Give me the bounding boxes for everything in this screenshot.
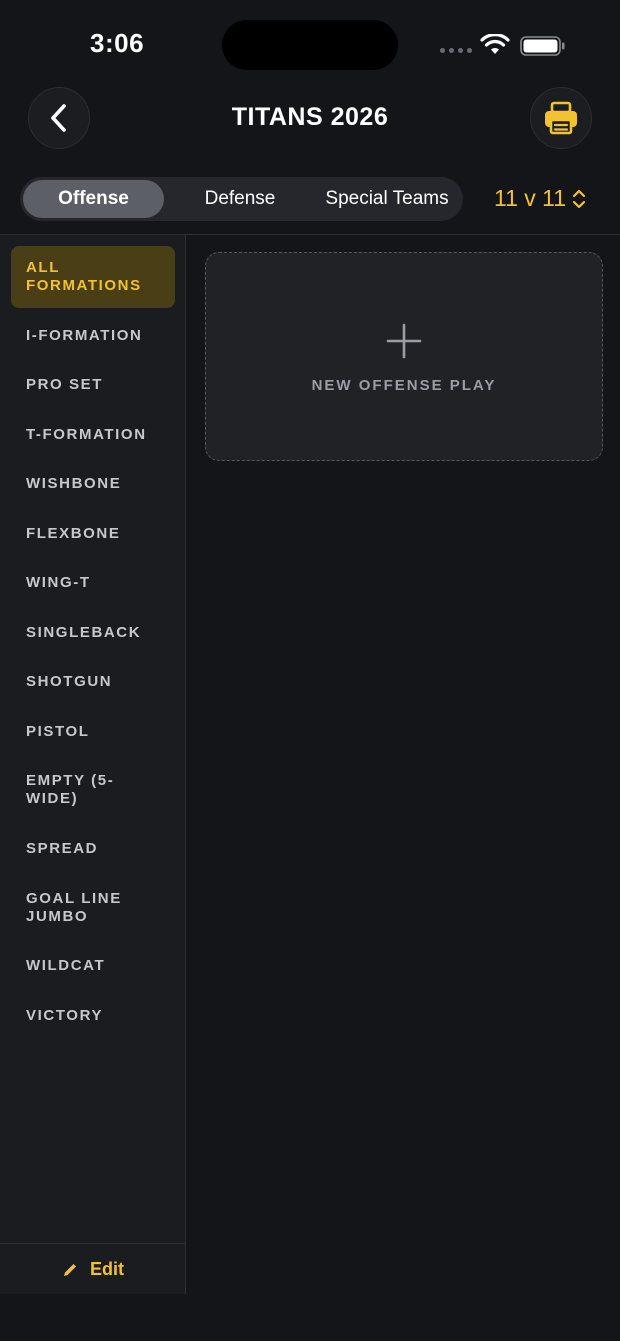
sidebar-item-all-formations[interactable]: ALL FORMATIONS bbox=[11, 246, 175, 308]
battery-icon bbox=[520, 36, 565, 56]
status-bar: 3:06 bbox=[0, 0, 620, 90]
sidebar-item-wildcat[interactable]: WILDCAT bbox=[11, 957, 175, 975]
sidebar-footer-divider bbox=[0, 1243, 186, 1244]
sidebar-item-i-formation[interactable]: I-FORMATION bbox=[11, 327, 175, 345]
sidebar-item-spread[interactable]: SPREAD bbox=[11, 840, 175, 858]
tab-special-teams[interactable]: Special Teams bbox=[312, 180, 462, 218]
wifi-icon bbox=[480, 34, 510, 54]
edit-label: Edit bbox=[90, 1259, 124, 1279]
status-time: 3:06 bbox=[90, 28, 145, 58]
tab-offense[interactable]: Offense bbox=[23, 180, 164, 218]
new-play-card[interactable]: NEW OFFENSE PLAY bbox=[205, 252, 603, 461]
sidebar-item-empty-5-wide[interactable]: EMPTY (5-WIDE) bbox=[11, 772, 131, 808]
new-play-label: NEW OFFENSE PLAY bbox=[311, 377, 497, 394]
sidebar-item-flexbone[interactable]: FLEXBONE bbox=[11, 525, 175, 543]
edit-formations-button[interactable]: Edit bbox=[62, 1259, 124, 1280]
printer-icon bbox=[545, 101, 577, 135]
dynamic-island bbox=[222, 20, 398, 70]
player-count-label: 11 v 11 bbox=[494, 185, 567, 211]
sidebar-item-t-formation[interactable]: T-FORMATION bbox=[11, 426, 175, 444]
sidebar-item-label: ALL FORMATIONS bbox=[26, 259, 142, 294]
sidebar-item-wishbone[interactable]: WISHBONE bbox=[11, 475, 175, 493]
sidebar-item-goal-line-jumbo[interactable]: GOAL LINE JUMBO bbox=[11, 890, 141, 926]
play-type-segmented-control: Offense Defense Special Teams bbox=[20, 177, 463, 221]
formation-sidebar: ALL FORMATIONS I-FORMATION PRO SET T-FOR… bbox=[0, 235, 186, 1294]
plus-icon bbox=[386, 323, 422, 359]
player-count-selector[interactable]: 11 v 11 bbox=[494, 185, 586, 212]
sidebar-item-singleback[interactable]: SINGLEBACK bbox=[11, 624, 175, 642]
pencil-icon bbox=[64, 1263, 76, 1276]
sidebar-item-pistol[interactable]: PISTOL bbox=[11, 723, 175, 741]
sidebar-item-victory[interactable]: VICTORY bbox=[11, 1007, 175, 1025]
page-title: TITANS 2026 bbox=[231, 103, 389, 131]
cellular-signal-icon bbox=[440, 48, 472, 53]
sidebar-item-shotgun[interactable]: SHOTGUN bbox=[11, 673, 175, 691]
sidebar-item-wing-t[interactable]: WING-T bbox=[11, 574, 175, 592]
tab-defense[interactable]: Defense bbox=[170, 180, 310, 218]
sidebar-item-pro-set[interactable]: PRO SET bbox=[11, 376, 175, 394]
print-button[interactable] bbox=[530, 87, 592, 149]
chevron-up-down-icon bbox=[572, 189, 586, 208]
